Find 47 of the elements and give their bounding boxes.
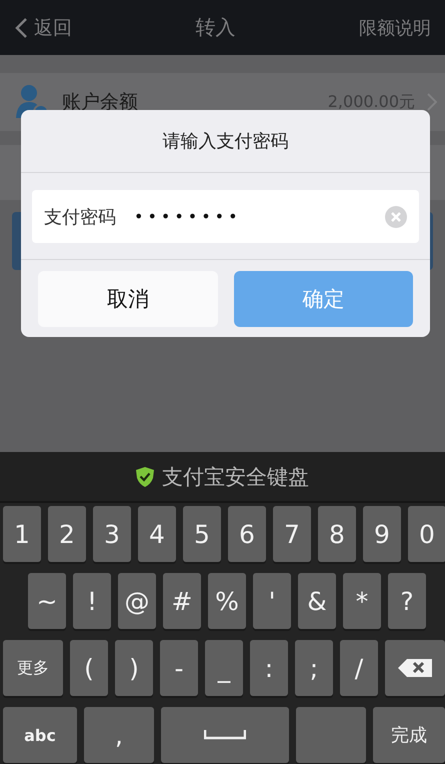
field-label: 支付密码 <box>44 206 116 228</box>
backspace-icon <box>398 659 432 677</box>
keyboard-key[interactable]: ( <box>70 640 108 696</box>
keyboard-key[interactable]: / <box>340 640 378 696</box>
chevron-right-icon <box>427 93 437 111</box>
keyboard-title: 支付宝安全键盘 <box>162 464 309 490</box>
keyboard-key[interactable]: * <box>343 573 381 629</box>
backspace-key[interactable] <box>385 640 445 696</box>
keyboard-key[interactable]: 更多 <box>3 640 63 696</box>
dialog-title: 请输入支付密码 <box>21 110 430 173</box>
keyboard-key[interactable]: 6 <box>228 506 266 562</box>
space-icon <box>204 730 246 740</box>
keyboard-key[interactable]: ) <box>115 640 153 696</box>
done-key[interactable]: 完成 <box>373 707 445 763</box>
cancel-button[interactable]: 取消 <box>38 271 218 327</box>
back-icon <box>14 16 28 38</box>
keyboard-key[interactable]: 1 <box>3 506 41 562</box>
password-field[interactable]: 支付密码 •••••••• <box>32 190 419 243</box>
keyboard-key[interactable]: 5 <box>183 506 221 562</box>
keyboard-key[interactable]: % <box>208 573 246 629</box>
keyboard-key[interactable]: 8 <box>318 506 356 562</box>
clear-icon[interactable] <box>385 206 407 228</box>
keyboard-key[interactable]: , <box>84 707 154 763</box>
keyboard-key[interactable]: 0 <box>408 506 445 562</box>
password-value: •••••••• <box>134 207 242 226</box>
shield-check-icon <box>136 466 154 486</box>
keyboard-key[interactable]: ~ <box>28 573 66 629</box>
keyboard-key[interactable]: 3 <box>93 506 131 562</box>
space-key[interactable] <box>161 707 289 763</box>
keyboard-key[interactable]: 2 <box>48 506 86 562</box>
keyboard-key[interactable]: 9 <box>363 506 401 562</box>
keyboard-key[interactable]: & <box>298 573 336 629</box>
keyboard-key[interactable]: # <box>163 573 201 629</box>
keyboard-key[interactable]: 7 <box>273 506 311 562</box>
back-button[interactable]: 返回 <box>14 14 72 40</box>
keyboard-key[interactable]: abc <box>3 707 77 763</box>
keyboard-key[interactable]: ? <box>388 573 426 629</box>
keyboard-key[interactable]: - <box>160 640 198 696</box>
keyboard-key[interactable]: 4 <box>138 506 176 562</box>
keyboard-key[interactable]: ; <box>295 640 333 696</box>
keyboard-key[interactable]: : <box>250 640 288 696</box>
keyboard-key[interactable]: ! <box>73 573 111 629</box>
keyboard-key[interactable]: @ <box>118 573 156 629</box>
keyboard-key[interactable]: ' <box>253 573 291 629</box>
limit-info-link[interactable]: 限额说明 <box>359 16 431 40</box>
keyboard-key[interactable]: _ <box>205 640 243 696</box>
page-title: 转入 <box>196 14 236 41</box>
